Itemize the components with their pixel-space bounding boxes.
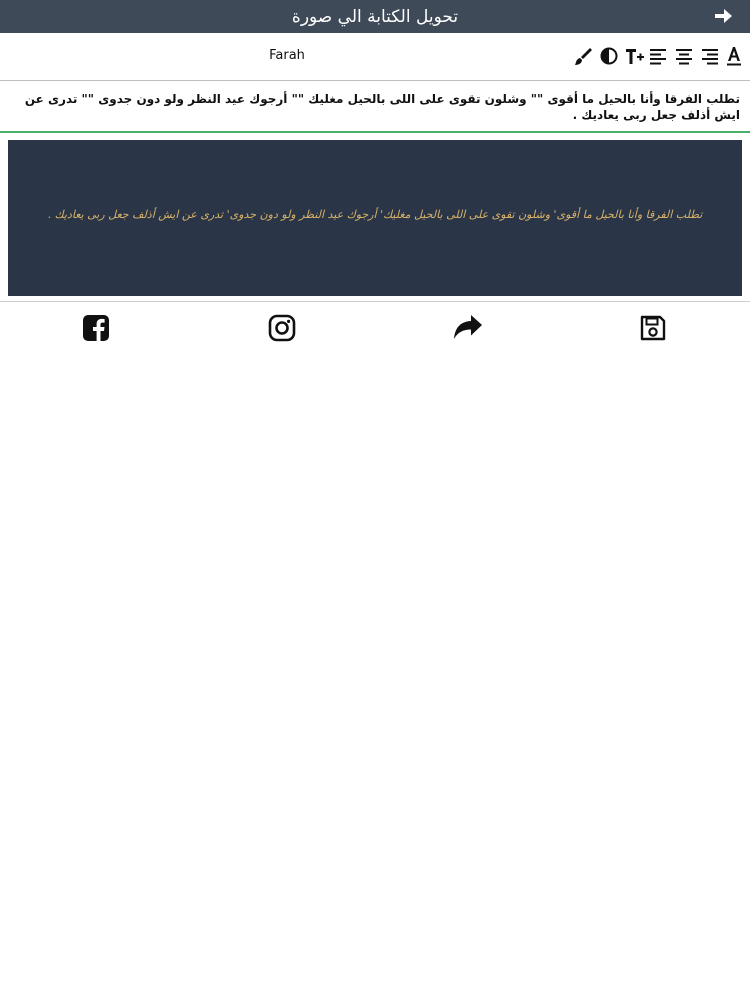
text-color-icon[interactable] (723, 45, 745, 67)
image-preview: تطلب الفرقا وأنا بالحيل ما أقوى' وشلون ت… (8, 140, 742, 296)
instagram-icon[interactable] (268, 314, 296, 342)
preview-text: تطلب الفرقا وأنا بالحيل ما أقوى' وشلون ت… (47, 208, 703, 221)
font-size-icon[interactable] (624, 45, 646, 67)
app-header: تحويل الكتابة الي صورة (0, 0, 750, 33)
action-bar (0, 302, 750, 352)
facebook-icon[interactable] (82, 314, 110, 342)
contrast-icon[interactable] (598, 45, 620, 67)
page-title: تحويل الكتابة الي صورة (291, 6, 459, 27)
save-icon[interactable] (639, 314, 667, 342)
align-center-icon[interactable] (673, 45, 695, 67)
share-icon[interactable] (453, 314, 482, 342)
formatting-toolbar: Farah (0, 33, 750, 81)
font-selector[interactable]: Farah (255, 48, 319, 63)
brush-icon[interactable] (572, 45, 594, 67)
input-text[interactable]: تطلب الفرقا وأنا بالحيل ما أقوى "" وشلون… (8, 91, 740, 123)
arrow-right-icon[interactable] (712, 5, 734, 27)
text-input-area[interactable]: تطلب الفرقا وأنا بالحيل ما أقوى "" وشلون… (0, 81, 750, 133)
align-left-icon[interactable] (647, 45, 669, 67)
align-right-icon[interactable] (699, 45, 721, 67)
